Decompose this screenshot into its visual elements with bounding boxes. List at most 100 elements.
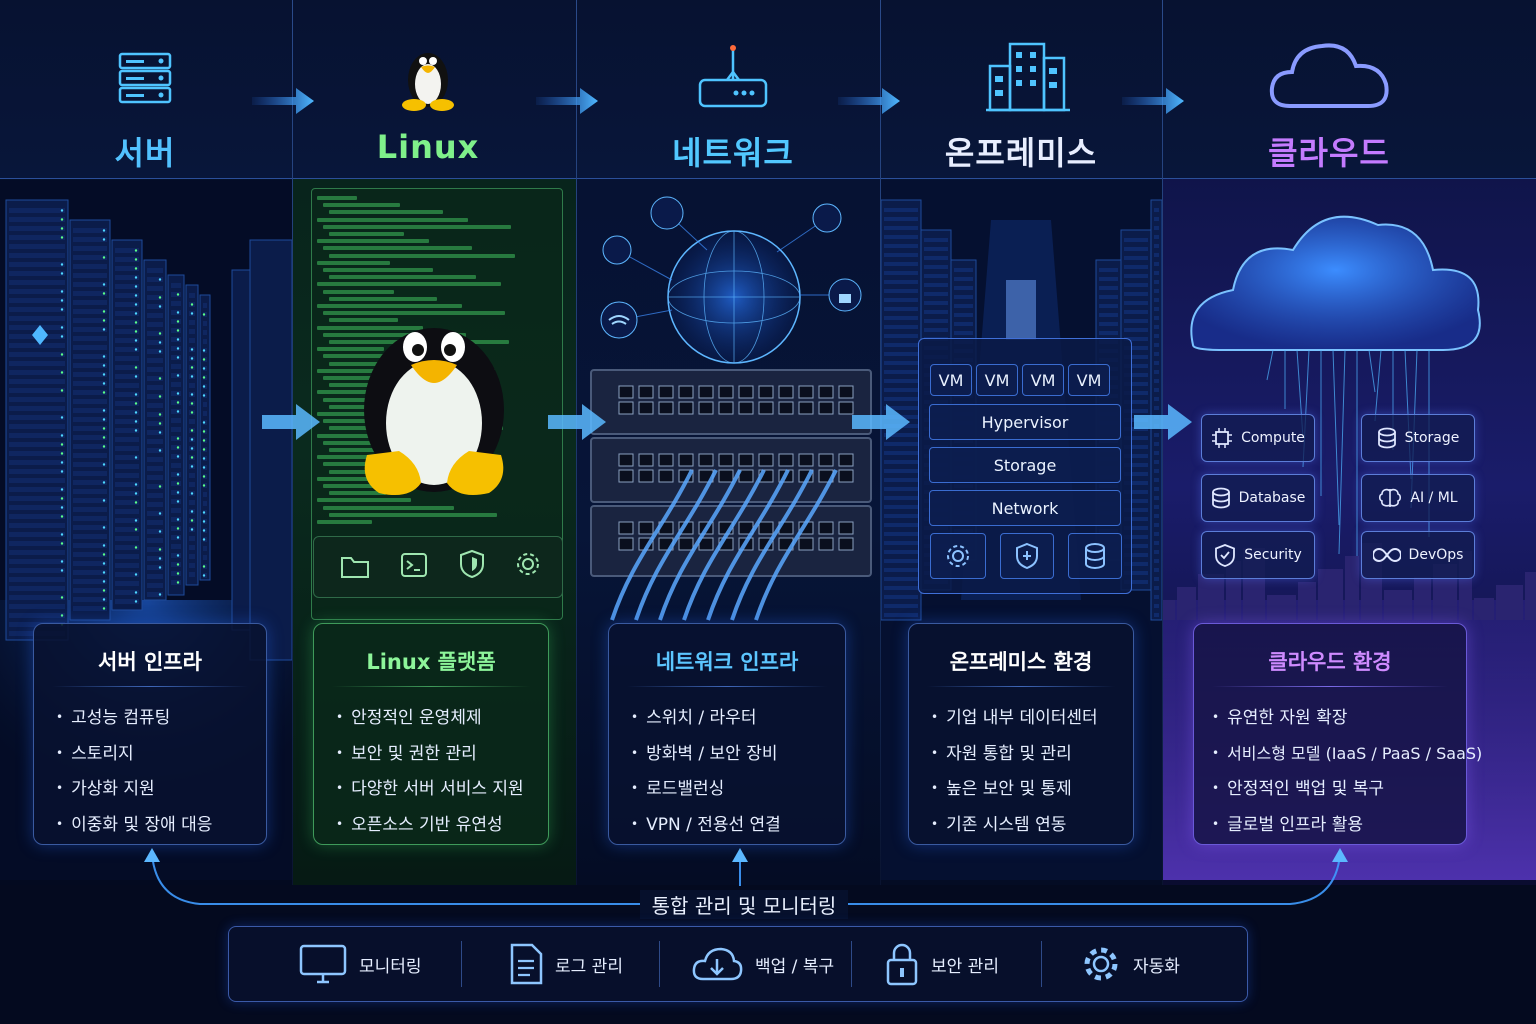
shield-icon[interactable] [458,549,486,579]
server-icon [118,52,172,104]
cloud-service-security[interactable]: Security [1201,531,1315,579]
cloud-service-storage[interactable]: Storage [1361,414,1475,462]
card-item: 자원 통합 및 관리 [931,736,1123,772]
linux-toolbar [313,536,563,598]
flow-arrow-icon [536,86,600,116]
terminal-text-line [323,203,400,207]
card-item: 높은 보안 및 통제 [931,771,1123,807]
office-building-icon [986,38,1070,112]
security-management-item[interactable]: 보안 관리 [885,941,999,987]
toolbar-divider [1041,941,1042,987]
cloud-service-label: Storage [1405,430,1460,446]
terminal-text-line [329,254,515,258]
cloud-service-compute[interactable]: Compute [1201,414,1315,462]
cloud-service-database[interactable]: Database [1201,474,1315,522]
router-icon [698,44,768,110]
cloud-service-ai-ml[interactable]: AI / ML [1361,474,1475,522]
management-item-label: 모니터링 [359,952,422,977]
hub-node-icon [603,236,631,264]
terminal-text-line [329,232,404,236]
hourglass-node-icon [813,204,841,232]
cloud-icon [1268,36,1392,112]
column-title-onprem: 온프레미스 [876,128,1166,174]
flow-arrow-icon [838,86,902,116]
card-title: 클라우드 환경 [1194,646,1466,676]
terminal-text-line [317,196,357,200]
cloud-service-label: Security [1244,547,1302,563]
terminal-text-line [329,275,476,279]
column-title-server: 서버 [0,128,290,174]
vm-box[interactable]: VM [1022,364,1064,396]
linux-platform-card: Linux 플랫폼 안정적인 운영체제 보안 및 권한 관리 다양한 서버 서비… [313,623,549,845]
card-item: 안정적인 백업 및 복구 [1212,771,1456,807]
card-item: 보안 및 권한 관리 [336,736,538,772]
database-icon[interactable] [1068,533,1122,579]
cloud-shape [1191,217,1479,350]
flow-arrow-icon [252,86,316,116]
cloud-download-icon [691,945,743,983]
tux-icon [400,44,456,112]
card-item: 이중화 및 장애 대응 [56,807,256,843]
card-item: 가상화 지원 [56,771,256,807]
cloud-service-devops[interactable]: DevOps [1361,531,1475,579]
card-item: 오픈소스 기반 유연성 [336,807,538,843]
monitoring-item[interactable]: 모니터링 [299,941,422,987]
vm-box[interactable]: VM [976,364,1018,396]
card-item: 고성능 컴퓨팅 [56,700,256,736]
vm-box[interactable]: VM [930,364,972,396]
terminal-text-line [323,225,511,229]
cloud-service-label: Compute [1241,430,1305,446]
terminal-icon[interactable] [400,551,428,579]
column-title-cloud: 클라우드 [1184,128,1474,174]
card-item: 서비스형 모델 (IaaS / PaaS / SaaS) [1212,736,1456,772]
card-item: 다양한 서버 서비스 지원 [336,771,538,807]
flow-arrow-icon [1134,400,1194,444]
terminal-text-line [323,246,472,250]
card-title: 온프레미스 환경 [909,646,1133,676]
terminal-text-line [323,268,433,272]
card-title: Linux 플랫폼 [314,646,548,676]
terminal-text-line [317,239,429,243]
gear-icon[interactable] [514,550,542,578]
card-divider [52,686,248,687]
card-item: 유연한 자원 확장 [1212,700,1456,736]
toolbar-divider [461,941,462,987]
network-infra-card: 네트워크 인프라 스위치 / 라우터 방화벽 / 보안 장비 로드밸런싱 VPN… [608,623,846,845]
card-title: 서버 인프라 [34,646,266,676]
infinity-icon [1373,547,1401,563]
management-item-label: 자동화 [1133,952,1180,977]
flow-arrow-icon [262,400,322,444]
shield-icon[interactable] [1000,533,1054,579]
user-node-icon [651,197,683,229]
wifi-node-icon [601,302,637,338]
toolbar-divider [659,941,660,987]
folder-icon[interactable] [340,553,370,579]
network-layer[interactable]: Network [929,490,1121,526]
log-management-item[interactable]: 로그 관리 [509,941,623,987]
cloud-service-label: Database [1239,490,1306,506]
card-item: VPN / 전용선 연결 [631,807,835,843]
column-title-linux: Linux [283,128,573,166]
storage-layer[interactable]: Storage [929,447,1121,483]
document-icon [509,943,543,985]
flow-arrow-icon [1122,86,1186,116]
gear-icon [1081,944,1121,984]
hypervisor-layer[interactable]: Hypervisor [929,404,1121,440]
backup-restore-item[interactable]: 백업 / 복구 [691,941,834,987]
lock-icon [885,942,919,986]
card-item: 글로벌 인프라 활용 [1212,807,1456,843]
automation-item[interactable]: 자동화 [1081,941,1180,987]
brain-icon [1378,487,1402,509]
vm-box[interactable]: VM [1068,364,1110,396]
management-item-label: 로그 관리 [555,952,623,977]
card-item: 기존 시스템 연동 [931,807,1123,843]
flow-arrow-icon [852,400,912,444]
card-item: 로드밸런싱 [631,771,835,807]
gear-icon[interactable] [930,533,986,579]
management-toolbar: 모니터링 로그 관리 백업 / 복구 보안 관리 자동화 [228,926,1248,1002]
card-item: 스위치 / 라우터 [631,700,835,736]
terminal-text-line [317,282,501,286]
database-icon [1377,427,1397,449]
card-item: 안정적인 운영체제 [336,700,538,736]
terminal-text-line [329,513,497,517]
